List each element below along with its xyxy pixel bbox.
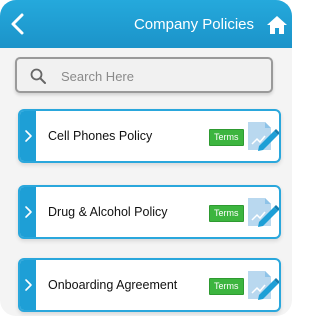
card-accent-strip bbox=[20, 111, 36, 161]
home-button[interactable] bbox=[266, 14, 288, 36]
policy-title: Cell Phones Policy bbox=[48, 129, 153, 143]
search-input[interactable] bbox=[61, 66, 261, 86]
policy-title: Drug & Alcohol Policy bbox=[48, 205, 168, 219]
app-header: Company Policies bbox=[0, 0, 292, 48]
policy-title: Onboarding Agreement bbox=[48, 278, 178, 292]
edit-document-icon[interactable] bbox=[245, 119, 279, 153]
policy-item-drug-alcohol[interactable]: Drug & Alcohol Policy Terms bbox=[18, 185, 281, 239]
chevron-left-icon bbox=[11, 13, 24, 35]
chevron-right-icon bbox=[25, 206, 32, 218]
page-title: Company Policies bbox=[133, 16, 254, 33]
app-screen: Company Policies Cell Phones Policy Term… bbox=[0, 0, 292, 316]
policy-item-onboarding[interactable]: Onboarding Agreement Terms bbox=[18, 258, 281, 312]
chevron-right-icon bbox=[25, 130, 32, 142]
card-accent-strip bbox=[20, 187, 36, 237]
edit-document-icon[interactable] bbox=[245, 268, 279, 302]
card-accent-strip bbox=[20, 260, 36, 310]
edit-document-icon[interactable] bbox=[245, 195, 279, 229]
chevron-right-icon bbox=[25, 279, 32, 291]
policy-item-cell-phones[interactable]: Cell Phones Policy Terms bbox=[18, 109, 281, 163]
terms-badge[interactable]: Terms bbox=[209, 205, 244, 222]
back-button[interactable] bbox=[4, 10, 32, 38]
search-bar[interactable] bbox=[15, 57, 273, 93]
home-icon bbox=[267, 16, 287, 34]
terms-badge[interactable]: Terms bbox=[209, 129, 244, 146]
search-icon bbox=[30, 68, 46, 84]
terms-badge[interactable]: Terms bbox=[209, 278, 244, 295]
